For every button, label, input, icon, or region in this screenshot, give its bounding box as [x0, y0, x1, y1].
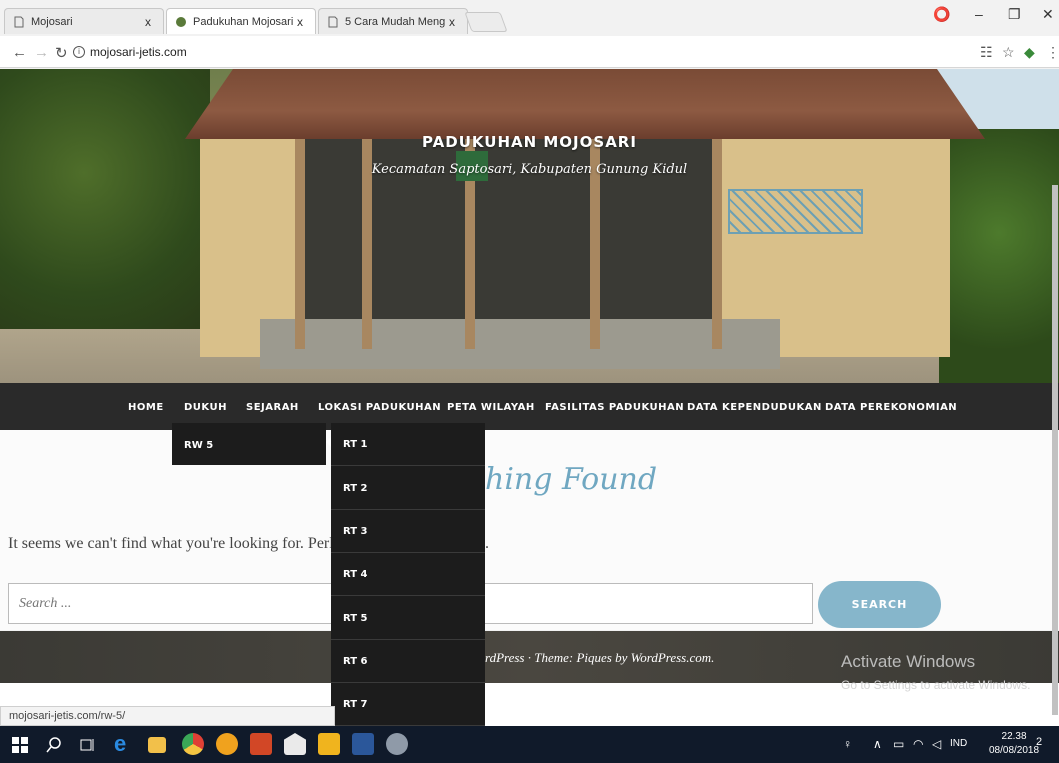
trees-left — [0, 69, 210, 329]
scrollbar-thumb[interactable] — [1052, 185, 1058, 715]
site-favicon-icon — [176, 16, 186, 27]
nav-dukuh[interactable]: DUKUH — [184, 402, 227, 413]
submenu-label: RT 3 — [343, 526, 368, 537]
page-icon — [14, 16, 24, 27]
nav-data-perekonomian[interactable]: DATA PEREKONOMIAN — [825, 402, 957, 413]
footer-credit[interactable]: rdPress · Theme: Piques by WordPress.com… — [485, 650, 714, 666]
submenu-label: RT 5 — [343, 613, 368, 624]
browser-tabbar: Mojosari x Padukuhan Mojosari – Ke x 5 C… — [0, 0, 1059, 36]
battery-icon[interactable]: ▭ — [893, 737, 904, 751]
not-found-message-tail: . — [485, 535, 489, 552]
address-toolbar: ← → ↻ i mojosari-jetis.com ☷ ☆ ◆ ⋮ — [0, 36, 1059, 68]
search-icon[interactable] — [46, 737, 62, 753]
chevron-up-icon[interactable]: ∧ — [873, 737, 882, 751]
submenu-item-rt3[interactable]: RT 3 — [331, 510, 485, 553]
task-view-icon[interactable] — [80, 737, 96, 753]
reload-icon[interactable]: ↻ — [55, 44, 68, 62]
forward-icon[interactable]: → — [34, 44, 49, 61]
minimize-icon[interactable]: – — [975, 6, 983, 22]
tab-title: 5 Cara Mudah Mengamb — [345, 15, 445, 28]
nav-sejarah[interactable]: SEJARAH — [246, 402, 299, 413]
language-indicator[interactable]: IND — [950, 738, 967, 749]
activate-windows-title: Activate Windows — [841, 652, 976, 671]
tab-mojosari[interactable]: Mojosari x — [4, 8, 164, 34]
submenu-label: RT 6 — [343, 656, 368, 667]
site-title[interactable]: PADUKUHAN MOJOSARI — [0, 133, 1059, 151]
tab-title: Padukuhan Mojosari – Ke — [193, 15, 293, 28]
submenu-rw5: RT 1 RT 2 RT 3 RT 4 RT 5 RT 6 RT 7 — [331, 423, 485, 727]
word-icon[interactable] — [352, 733, 374, 755]
submenu-item-rt7[interactable]: RT 7 — [331, 683, 485, 726]
powerpoint-icon[interactable] — [250, 733, 272, 755]
mail-icon[interactable] — [284, 733, 306, 755]
volume-icon[interactable]: ◁ — [932, 737, 941, 751]
window-close-icon[interactable]: ✕ — [1042, 6, 1054, 23]
file-explorer-icon[interactable] — [148, 737, 166, 753]
status-bar-url: mojosari-jetis.com/rw-5/ — [0, 706, 335, 726]
nav-peta-wilayah[interactable]: PETA WILAYAH — [447, 402, 535, 413]
clock-date: 08/08/2018 — [989, 745, 1040, 756]
windows-taskbar: e ♀ ∧ ▭ ◠ ◁ IND 22.38 08/08/2018 2 — [0, 726, 1059, 763]
tab-title: Mojosari — [31, 15, 73, 28]
submenu-item-rt4[interactable]: RT 4 — [331, 553, 485, 596]
clock-time: 22.38 — [1001, 731, 1027, 742]
info-icon[interactable]: i — [73, 46, 85, 58]
wifi-icon[interactable]: ◠ — [913, 737, 923, 751]
edge-browser-icon[interactable]: e — [114, 733, 136, 755]
sublime-icon[interactable] — [318, 733, 340, 755]
bookmark-star-icon[interactable]: ☆ — [1002, 44, 1015, 61]
site-description: Kecamatan Saptosari, Kabupaten Gunung Ki… — [371, 162, 688, 177]
nav-fasilitas-padukuhan[interactable]: FASILITAS PADUKUHAN — [545, 402, 684, 413]
submenu-item-rw5[interactable]: RW 5 — [184, 440, 213, 451]
tab-close-icon[interactable]: x — [293, 15, 307, 29]
back-icon[interactable]: ← — [12, 44, 27, 61]
header-image — [0, 69, 1059, 383]
paint-icon[interactable] — [386, 733, 408, 755]
people-icon[interactable]: ♀ — [843, 737, 852, 751]
app-launcher-icon[interactable] — [216, 733, 238, 755]
extension-icon[interactable]: ◆ — [1024, 44, 1035, 61]
tab-padukuhan[interactable]: Padukuhan Mojosari – Ke x — [166, 8, 316, 34]
activate-windows-subtitle: Go to Settings to activate Windows. — [841, 678, 1031, 692]
house-railing — [728, 189, 863, 234]
page-title: hing Found — [485, 462, 658, 497]
submenu-label: RT 4 — [343, 569, 368, 580]
submenu-label: RT 2 — [343, 483, 368, 494]
house-floor — [260, 319, 780, 369]
new-tab-button[interactable] — [464, 12, 508, 32]
tab-cara-mudah[interactable]: 5 Cara Mudah Mengamb x — [318, 8, 468, 34]
restore-icon[interactable]: ❐ — [1008, 6, 1021, 23]
submenu-item-rt6[interactable]: RT 6 — [331, 640, 485, 683]
submenu-label: RT 7 — [343, 699, 368, 710]
notification-center-icon[interactable]: 2 — [1036, 736, 1052, 752]
nav-data-kependudukan[interactable]: DATA KEPENDUDUKAN — [687, 402, 822, 413]
search-button[interactable]: SEARCH — [818, 581, 941, 628]
nav-home[interactable]: HOME — [128, 402, 164, 413]
clock[interactable]: 22.38 08/08/2018 — [989, 730, 1039, 758]
submenu-item-rt1[interactable]: RT 1 — [331, 423, 485, 466]
chrome-icon[interactable] — [182, 733, 204, 755]
profile-icon[interactable]: ⭕ — [933, 6, 950, 23]
screen: Mojosari x Padukuhan Mojosari – Ke x 5 C… — [0, 0, 1059, 763]
notification-count: 2 — [1036, 736, 1043, 748]
translate-icon[interactable]: ☷ — [980, 44, 993, 61]
page-icon — [328, 16, 338, 27]
url-field[interactable]: mojosari-jetis.com — [90, 45, 187, 59]
submenu-dukuh: RW 5 — [172, 423, 326, 465]
main-navigation: HOME DUKUH SEJARAH LOKASI PADUKUHAN PETA… — [0, 383, 1059, 430]
nav-lokasi-padukuhan[interactable]: LOKASI PADUKUHAN — [318, 402, 441, 413]
not-found-message: It seems we can't find what you're looki… — [8, 535, 334, 552]
menu-kebab-icon[interactable]: ⋮ — [1046, 44, 1059, 61]
submenu-item-rt5[interactable]: RT 5 — [331, 597, 485, 640]
tab-close-icon[interactable]: x — [445, 15, 459, 29]
tab-close-icon[interactable]: x — [141, 15, 155, 29]
submenu-label: RT 1 — [343, 439, 368, 450]
windows-start-icon[interactable] — [12, 737, 28, 753]
submenu-item-rt2[interactable]: RT 2 — [331, 467, 485, 510]
house-roof — [185, 69, 985, 139]
